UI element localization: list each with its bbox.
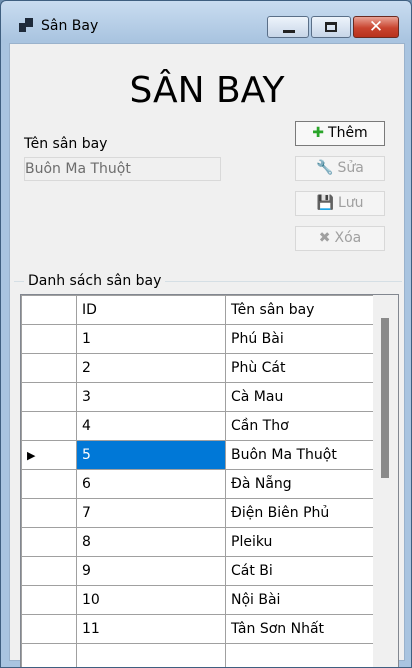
vertical-scrollbar[interactable] (373, 295, 398, 667)
empty-cell[interactable] (76, 643, 226, 667)
table-row[interactable]: 4 Cần Thơ (21, 411, 378, 441)
table-row[interactable]: 2 Phù Cát (21, 353, 378, 383)
table-row[interactable]: 9 Cát Bi (21, 556, 378, 586)
id-cell[interactable]: 3 (76, 382, 226, 412)
table-row-partial[interactable] (21, 643, 378, 667)
table-row[interactable]: ▶ 5 Buôn Ma Thuột (21, 440, 378, 470)
minimize-icon (283, 30, 295, 33)
table-header-row: ID Tên sân bay (21, 295, 378, 325)
table-row[interactable]: 10 Nội Bài (21, 585, 378, 615)
table-row[interactable]: 8 Pleiku (21, 527, 378, 557)
main-window: Sân Bay ✕ SÂN BAY Tên sân bay Buôn Ma Th… (0, 0, 412, 668)
floppy-disk-icon: 💾 (316, 195, 334, 211)
row-indicator-cell[interactable] (21, 353, 77, 383)
row-indicator-cell[interactable] (21, 469, 77, 499)
table-row[interactable]: 1 Phú Bài (21, 324, 378, 354)
id-cell[interactable]: 5 (76, 440, 226, 470)
row-indicator-cell[interactable] (21, 382, 77, 412)
window-title: Sân Bay (41, 18, 99, 34)
id-cell[interactable]: 6 (76, 469, 226, 499)
plus-icon: ✚ (312, 125, 325, 141)
id-cell[interactable]: 1 (76, 324, 226, 354)
column-header-row-indicator[interactable] (21, 295, 77, 325)
airport-name-cell[interactable]: Tân Sơn Nhất (225, 614, 378, 644)
add-button-label: Thêm (328, 125, 368, 141)
form-client-area: SÂN BAY Tên sân bay Buôn Ma Thuột ✚ Thêm … (9, 43, 405, 667)
scrollbar-thumb[interactable] (381, 318, 389, 478)
delete-x-icon: ✖ (318, 230, 331, 246)
save-button-label: Lưu (337, 195, 364, 211)
airport-name-cell[interactable]: Cà Mau (225, 382, 378, 412)
empty-cell[interactable] (21, 643, 77, 667)
maximize-icon (325, 22, 337, 32)
airport-name-cell[interactable]: Buôn Ma Thuột (225, 440, 378, 470)
edit-button[interactable]: 🔧 Sửa (295, 156, 385, 181)
table-row[interactable]: 6 Đà Nẵng (21, 469, 378, 499)
id-cell[interactable]: 9 (76, 556, 226, 586)
airport-name-cell[interactable]: Phù Cát (225, 353, 378, 383)
id-cell[interactable]: 7 (76, 498, 226, 528)
add-button[interactable]: ✚ Thêm (295, 121, 385, 146)
maximize-button[interactable] (311, 16, 351, 38)
column-header-name[interactable]: Tên sân bay (225, 295, 378, 325)
save-button[interactable]: 💾 Lưu (295, 191, 385, 216)
row-indicator-cell[interactable] (21, 585, 77, 615)
minimize-button[interactable] (267, 16, 309, 38)
delete-button-label: Xóa (334, 230, 362, 246)
airport-name-cell[interactable]: Phú Bài (225, 324, 378, 354)
airport-name-label: Tên sân bay (24, 136, 108, 152)
column-header-id[interactable]: ID (76, 295, 226, 325)
row-indicator-cell[interactable] (21, 324, 77, 354)
airport-name-cell[interactable]: Nội Bài (225, 585, 378, 615)
airport-name-cell[interactable]: Cát Bi (225, 556, 378, 586)
page-title: SÂN BAY (129, 70, 285, 111)
empty-cell[interactable] (225, 643, 378, 667)
airport-list-group-title: Danh sách sân bay (24, 273, 166, 289)
row-indicator-cell[interactable] (21, 556, 77, 586)
airport-name-cell[interactable]: Điện Biên Phủ (225, 498, 378, 528)
close-button[interactable]: ✕ (353, 16, 399, 38)
id-cell[interactable]: 11 (76, 614, 226, 644)
row-indicator-cell[interactable]: ▶ (21, 440, 77, 470)
wrench-icon: 🔧 (316, 160, 334, 176)
airport-data-grid[interactable]: ID Tên sân bay 1 Phú Bài 2 Phù Cát 3 Cà Mau 4 C… (20, 294, 399, 667)
row-indicator-cell[interactable] (21, 527, 77, 557)
airport-name-cell[interactable]: Đà Nẵng (225, 469, 378, 499)
row-indicator-cell[interactable] (21, 614, 77, 644)
table-row[interactable]: 3 Cà Mau (21, 382, 378, 412)
id-cell[interactable]: 8 (76, 527, 226, 557)
delete-button[interactable]: ✖ Xóa (295, 226, 385, 251)
app-icon (19, 18, 33, 32)
edit-button-label: Sửa (337, 160, 364, 176)
table-row[interactable]: 7 Điện Biên Phủ (21, 498, 378, 528)
row-indicator-cell[interactable] (21, 411, 77, 441)
table-row[interactable]: 11 Tân Sơn Nhất (21, 614, 378, 644)
airport-name-cell[interactable]: Pleiku (225, 527, 378, 557)
row-indicator-cell[interactable] (21, 498, 77, 528)
airport-name-field[interactable]: Buôn Ma Thuột (24, 157, 221, 181)
title-bar[interactable]: Sân Bay ✕ (1, 1, 411, 43)
close-icon: ✕ (368, 17, 384, 37)
airport-table: ID Tên sân bay 1 Phú Bài 2 Phù Cát 3 Cà Mau 4 C… (21, 295, 378, 667)
id-cell[interactable]: 10 (76, 585, 226, 615)
id-cell[interactable]: 4 (76, 411, 226, 441)
airport-name-cell[interactable]: Cần Thơ (225, 411, 378, 441)
id-cell[interactable]: 2 (76, 353, 226, 383)
